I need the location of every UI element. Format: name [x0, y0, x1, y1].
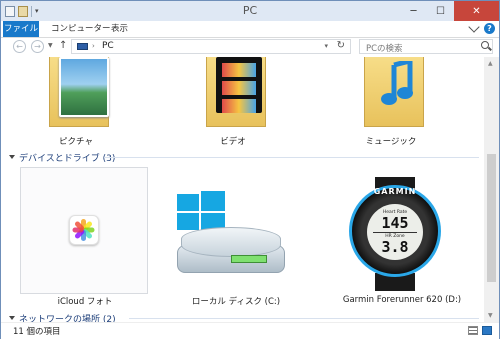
folder-videos[interactable]: ビデオ [188, 57, 278, 147]
group-header-label: ネットワークの場所 (2) [19, 314, 116, 323]
forward-button[interactable]: → [31, 40, 44, 53]
search-input[interactable]: PCの検索 [359, 39, 493, 54]
navigation-bar: ← → ▼ ↑ › PC ▾ ↻ PCの検索 [1, 38, 499, 55]
folder-music[interactable]: ミュージック [346, 57, 436, 147]
vertical-scrollbar[interactable]: ▲ ▼ [484, 57, 499, 322]
folder-pictures[interactable]: ピクチャ [31, 57, 121, 147]
videos-folder-icon [216, 57, 262, 113]
folder-label: ミュージック [365, 137, 417, 147]
windows-logo-icon [177, 191, 225, 233]
scroll-down-icon[interactable]: ▼ [488, 312, 493, 319]
scrollbar-thumb[interactable] [487, 154, 496, 282]
drive-label: iCloud フォト [57, 297, 113, 307]
address-dropdown-chevron-icon[interactable]: ▾ [324, 42, 328, 50]
scroll-up-icon[interactable]: ▲ [488, 60, 493, 67]
maximize-button[interactable]: ☐ [427, 1, 454, 21]
pc-icon [77, 43, 88, 50]
title-bar[interactable]: ▾ PC ─ ☐ ✕ [1, 1, 499, 21]
large-icons-view-icon[interactable] [482, 326, 492, 335]
watch-brand: GARMIN [373, 187, 417, 196]
collapse-chevron-icon[interactable] [9, 155, 15, 159]
close-button[interactable]: ✕ [454, 1, 499, 21]
drive-label: Garmin Forerunner 620 (D:) [342, 295, 462, 305]
folder-label: ピクチャ [59, 137, 93, 147]
local-disk-icon [171, 227, 291, 275]
breadcrumb-separator[interactable]: › [92, 42, 95, 50]
drive-icloud-photos[interactable]: iCloud フォト [20, 167, 150, 307]
group-header-devices[interactable]: デバイスとドライブ (3) [9, 151, 479, 164]
pictures-folder-icon [59, 57, 109, 117]
watch-value-heart-rate: 145 [381, 214, 409, 232]
content-pane[interactable]: ピクチャ ビデオ ミュージック デバイスとドライブ (3) iCloud フォト… [1, 57, 484, 322]
folder-label: ビデオ [220, 137, 246, 147]
drive-label: ローカル ディスク (C:) [191, 297, 281, 307]
expand-ribbon-chevron-icon[interactable] [468, 21, 480, 33]
up-button[interactable]: ↑ [59, 40, 67, 51]
group-header-network[interactable]: ネットワークの場所 (2) [9, 312, 479, 322]
drive-garmin-d[interactable]: GARMIN Heart Rate 145 HR Zone 3.8 Garmin… [332, 167, 472, 307]
tab-view[interactable]: 表示 [105, 21, 134, 37]
ribbon-controls: ? [468, 21, 495, 34]
search-placeholder: PCの検索 [366, 44, 403, 54]
breadcrumb-pc[interactable]: PC [102, 41, 114, 51]
watch-value-hr-zone: 3.8 [381, 238, 409, 256]
status-bar: 11 個の項目 [1, 322, 499, 339]
collapse-chevron-icon[interactable] [9, 316, 15, 320]
ribbon-tabs: ファイル コンピューター 表示 ? [1, 21, 499, 38]
recent-locations-chevron-icon[interactable]: ▼ [48, 42, 53, 49]
address-bar[interactable]: › PC ▾ ↻ [71, 39, 351, 54]
garmin-watch-icon: GARMIN Heart Rate 145 HR Zone 3.8 [345, 177, 445, 291]
help-icon[interactable]: ? [484, 23, 495, 34]
group-divider [129, 318, 479, 319]
group-divider [104, 157, 479, 158]
music-folder-icon [374, 57, 420, 113]
search-icon[interactable] [481, 41, 489, 49]
back-button[interactable]: ← [13, 40, 26, 53]
item-count: 11 個の項目 [13, 327, 61, 337]
tab-file[interactable]: ファイル [3, 21, 39, 37]
explorer-window: ▾ PC ─ ☐ ✕ ファイル コンピューター 表示 ? ← → ▼ ↑ › P… [0, 0, 500, 339]
window-controls: ─ ☐ ✕ [400, 1, 499, 21]
drive-local-disk-c[interactable]: ローカル ディスク (C:) [171, 167, 301, 307]
group-header-label: デバイスとドライブ (3) [19, 153, 116, 164]
minimize-button[interactable]: ─ [400, 1, 427, 21]
details-view-icon[interactable] [468, 326, 478, 335]
refresh-icon[interactable]: ↻ [337, 40, 345, 51]
icloud-photos-icon [69, 215, 99, 245]
